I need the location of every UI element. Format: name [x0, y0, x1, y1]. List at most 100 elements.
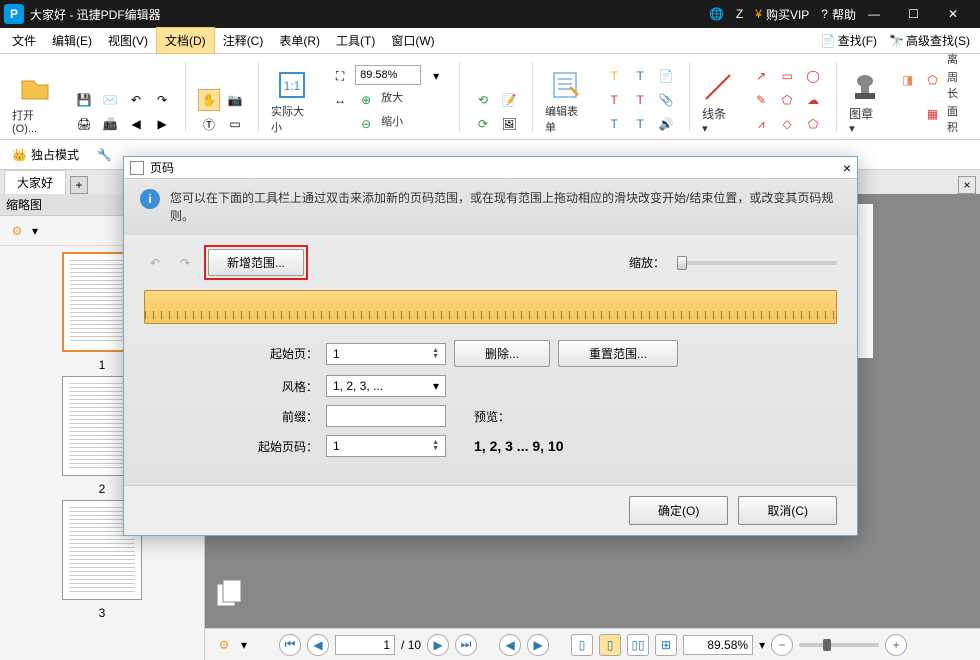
nav-fwd-button[interactable]: ▶ [527, 634, 549, 656]
settings-wrench-icon[interactable]: 🔧 [91, 146, 118, 164]
maximize-button[interactable]: ☐ [908, 7, 936, 21]
thumb-options-icon[interactable]: ⚙ [6, 220, 28, 242]
sound-icon[interactable]: 🔊 [655, 113, 677, 135]
page-range-ruler[interactable] [144, 290, 837, 324]
rhombus-icon[interactable]: ◇ [776, 113, 798, 135]
undo-icon[interactable]: ↶ [125, 89, 147, 111]
single-page-icon[interactable]: ▯ [571, 634, 593, 656]
find-button[interactable]: 📄查找(F) [815, 32, 883, 49]
stamp-icon[interactable] [849, 71, 881, 103]
polygon-icon[interactable]: ⬠ [776, 89, 798, 111]
multi-page-icon[interactable] [213, 576, 247, 610]
close-tab-button[interactable]: × [958, 176, 976, 194]
zoom-dropdown-icon[interactable]: ▾ [425, 65, 447, 87]
eraser2-icon[interactable]: ◨ [897, 69, 918, 91]
prev-page-button[interactable]: ◀ [307, 634, 329, 656]
dialog-close-button[interactable]: × [843, 160, 851, 176]
add-range-button[interactable]: 新增范围... [208, 249, 304, 276]
zoom-out-button[interactable]: − [771, 634, 793, 656]
print-icon[interactable]: 🖨 [73, 113, 95, 135]
eraser-icon[interactable]: ◧ [897, 54, 918, 57]
zoom-in-icon[interactable]: ⊕ [355, 89, 377, 111]
dialog-redo-icon[interactable]: ↷ [174, 252, 196, 274]
polyline-icon[interactable]: ⩘ [750, 113, 772, 135]
menu-edit[interactable]: 编辑(E) [44, 28, 100, 53]
menu-view[interactable]: 视图(V) [100, 28, 156, 53]
perimeter-icon[interactable]: ⬠ [922, 69, 943, 91]
start-num-input[interactable]: 1▲▼ [326, 435, 446, 457]
rect-icon[interactable]: ▭ [776, 65, 798, 87]
menu-file[interactable]: 文件 [4, 28, 44, 53]
select-annot-icon[interactable]: ▭ [224, 113, 246, 135]
text-box-icon[interactable]: T [629, 65, 651, 87]
dialog-undo-icon[interactable]: ↶ [144, 252, 166, 274]
area-icon[interactable]: ▦ [922, 103, 943, 125]
cancel-button[interactable]: 取消(C) [738, 496, 837, 525]
user-initial[interactable]: Z [736, 7, 743, 21]
underline-icon[interactable]: T [603, 113, 625, 135]
zoom-input[interactable] [355, 65, 421, 85]
next-page-button[interactable]: ▶ [427, 634, 449, 656]
snapshot-icon[interactable]: 📷 [224, 89, 246, 111]
facing-icon[interactable]: ▯▯ [627, 634, 649, 656]
menu-form[interactable]: 表单(R) [271, 28, 328, 53]
exclusive-mode-button[interactable]: 👑独占模式 [6, 144, 85, 165]
select-text-icon[interactable]: Ⓣ [198, 113, 220, 135]
globe-icon[interactable]: 🌐 [709, 7, 724, 21]
buy-vip-button[interactable]: ¥购买VIP [755, 6, 809, 23]
arrow-icon[interactable]: ↗ [750, 65, 772, 87]
note-icon[interactable]: 📄 [655, 65, 677, 87]
rotate-ccw-icon[interactable]: ⟲ [472, 89, 494, 111]
hand-tool-icon[interactable]: ✋ [198, 89, 220, 111]
open-icon[interactable] [19, 73, 51, 105]
next-view-icon[interactable]: ▶ [151, 113, 173, 135]
dialog-zoom-slider[interactable] [677, 261, 837, 265]
menu-window[interactable]: 窗口(W) [383, 28, 442, 53]
attach-icon[interactable]: 📎 [655, 89, 677, 111]
close-button[interactable]: ✕ [948, 7, 976, 21]
distance-icon[interactable]: ↔ [922, 54, 943, 57]
fit-page-icon[interactable]: ⛶ [329, 65, 351, 87]
fit-width-icon[interactable]: ↔ [329, 89, 351, 111]
typewriter-icon[interactable]: T [629, 113, 651, 135]
menu-tools[interactable]: 工具(T) [328, 28, 383, 53]
star-icon[interactable]: ⬠ [802, 113, 824, 135]
last-page-button[interactable]: ⏭ [455, 634, 477, 656]
continuous-icon[interactable]: ▯ [599, 634, 621, 656]
zoom-slider[interactable] [799, 643, 879, 647]
edit-image-icon[interactable]: 🖼 [498, 113, 520, 135]
save-icon[interactable]: 💾 [73, 89, 95, 111]
zoom-out-icon[interactable]: ⊖ [355, 113, 377, 135]
style-select[interactable]: 1, 2, 3, ...▾ [326, 375, 446, 397]
menu-comment[interactable]: 注释(C) [215, 28, 272, 53]
scan-icon[interactable]: 📠 [99, 113, 121, 135]
adv-find-button[interactable]: 🔭高级查找(S) [883, 32, 976, 49]
continuous-facing-icon[interactable]: ⊞ [655, 634, 677, 656]
ellipse-icon[interactable]: ◯ [802, 65, 824, 87]
pencil-icon[interactable]: ✎ [750, 89, 772, 111]
edit-form-icon[interactable] [550, 69, 582, 101]
nav-back-button[interactable]: ◀ [499, 634, 521, 656]
menu-document[interactable]: 文档(D) [156, 27, 215, 54]
first-page-button[interactable]: ⏮ [279, 634, 301, 656]
reset-range-button[interactable]: 重置范围... [558, 340, 678, 367]
line-tool-icon[interactable] [702, 71, 734, 103]
cloud-icon[interactable]: ☁ [802, 89, 824, 111]
callout-icon[interactable]: T [629, 89, 651, 111]
rotate-cw-icon[interactable]: ⟳ [472, 113, 494, 135]
zoom-in-button[interactable]: + [885, 634, 907, 656]
tab-active[interactable]: 大家好 [4, 170, 66, 194]
strikeout-icon[interactable]: T [603, 89, 625, 111]
prev-view-icon[interactable]: ◀ [125, 113, 147, 135]
zoom-value-input[interactable] [683, 635, 753, 655]
ok-button[interactable]: 确定(O) [629, 496, 728, 525]
add-tab-button[interactable]: + [70, 176, 88, 194]
mail-icon[interactable]: ✉️ [99, 89, 121, 111]
minimize-button[interactable]: — [868, 7, 896, 21]
page-number-input[interactable] [335, 635, 395, 655]
redo-icon[interactable]: ↷ [151, 89, 173, 111]
start-page-input[interactable]: 1▲▼ [326, 343, 446, 365]
sb-options-icon[interactable]: ⚙ [213, 634, 235, 656]
prefix-input[interactable] [326, 405, 446, 427]
delete-range-button[interactable]: 删除... [454, 340, 550, 367]
